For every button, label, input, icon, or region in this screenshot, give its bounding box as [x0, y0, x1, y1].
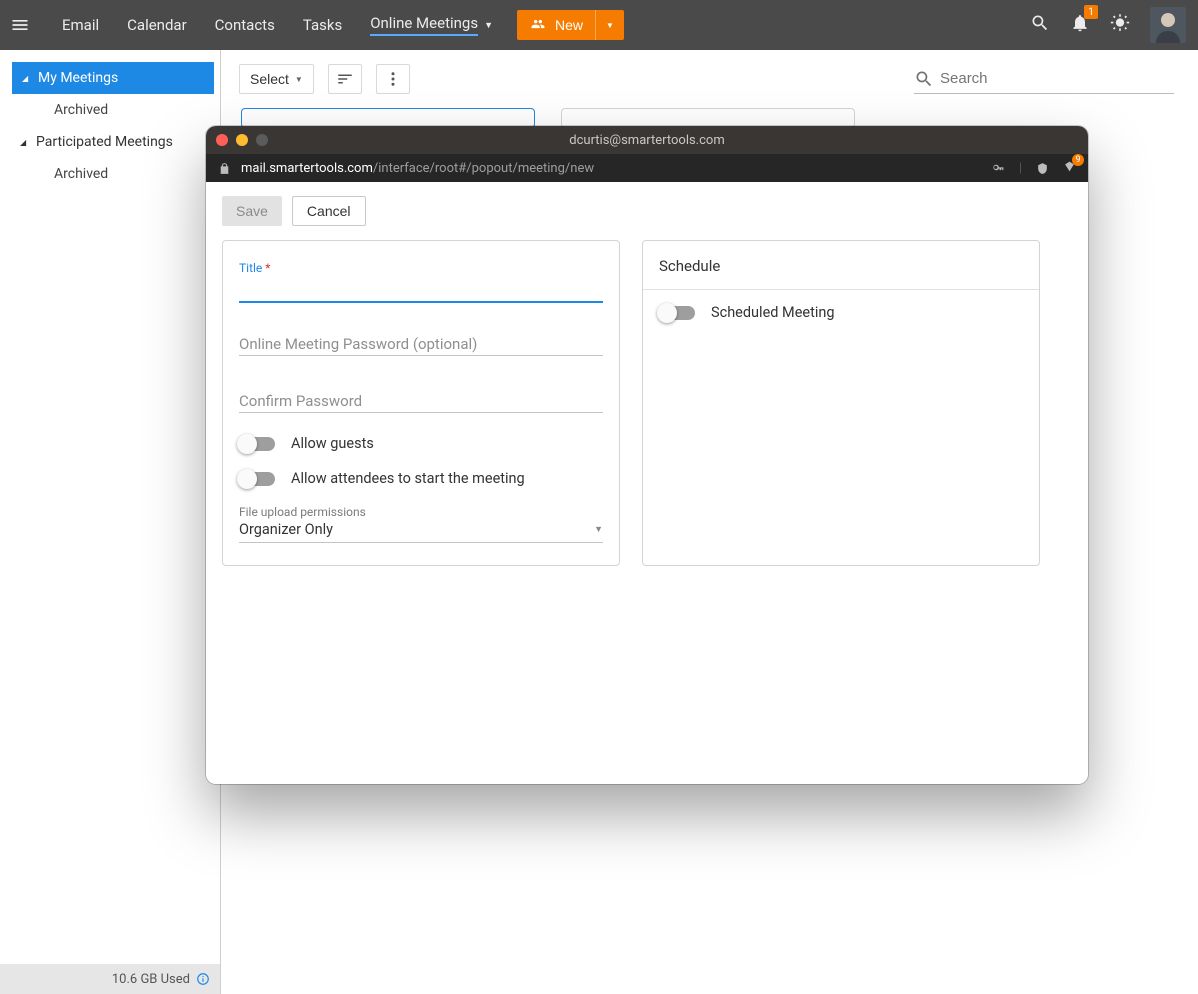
cancel-button[interactable]: Cancel: [292, 196, 366, 226]
sidebar-item-my-archived[interactable]: Archived: [0, 94, 220, 126]
allow-guests-label: Allow guests: [291, 435, 374, 452]
notification-badge: 1: [1084, 5, 1098, 19]
collapse-icon: ◢: [20, 138, 28, 147]
upload-permissions-field: File upload permissions Organizer Only ▼: [239, 505, 603, 543]
meeting-card[interactable]: [241, 108, 535, 128]
upload-perm-value: Organizer Only: [239, 521, 333, 538]
key-icon[interactable]: [992, 162, 1005, 175]
confirm-password-field: Confirm Password: [239, 386, 603, 413]
allow-attendees-toggle[interactable]: [239, 472, 275, 486]
notifications-button[interactable]: 1: [1070, 13, 1090, 37]
sidebar-item-my-meetings[interactable]: ◢ My Meetings: [12, 62, 214, 94]
search-input[interactable]: [940, 66, 1174, 91]
sidebar-item-label: My Meetings: [38, 70, 118, 86]
user-avatar[interactable]: [1150, 7, 1186, 43]
confirm-password-input[interactable]: [239, 386, 603, 413]
group-add-icon: [529, 17, 547, 34]
select-label: Select: [250, 71, 289, 87]
storage-indicator: 10.6 GB Used: [0, 964, 220, 994]
menu-icon[interactable]: [0, 0, 40, 50]
schedule-panel: Schedule Scheduled Meeting: [642, 240, 1040, 566]
more-options-button[interactable]: [376, 64, 410, 94]
popup-title: dcurtis@smartertools.com: [206, 133, 1088, 148]
sidebar-item-label: Archived: [54, 102, 108, 118]
browser-shield-icon[interactable]: 9: [1063, 160, 1076, 177]
lock-icon: [218, 162, 231, 175]
allow-guests-row: Allow guests: [239, 435, 603, 452]
theme-toggle-icon[interactable]: [1110, 13, 1130, 37]
popup-titlebar[interactable]: dcurtis@smartertools.com: [206, 126, 1088, 154]
shield-badge: 9: [1072, 154, 1084, 166]
scheduled-meeting-label: Scheduled Meeting: [711, 304, 835, 321]
chevron-down-icon: ▼: [594, 524, 603, 535]
required-mark: *: [265, 261, 270, 275]
toolbar: Select ▼: [221, 50, 1198, 108]
info-icon[interactable]: [196, 972, 210, 986]
save-button: Save: [222, 196, 282, 226]
sidebar: ◢ My Meetings Archived ◢ Participated Me…: [0, 50, 221, 994]
meeting-details-panel: Title * Online Meeting Password (optiona…: [222, 240, 620, 566]
schedule-header: Schedule: [643, 257, 1039, 290]
new-button-dropdown[interactable]: ▼: [595, 10, 624, 40]
search-icon[interactable]: [1030, 13, 1050, 37]
search-field: [914, 64, 1174, 94]
nav-calendar[interactable]: Calendar: [113, 0, 201, 50]
url-path: /interface/root#/popout/meeting/new: [373, 161, 594, 176]
new-meeting-popup: dcurtis@smartertools.com mail.smartertoo…: [206, 126, 1088, 784]
select-dropdown[interactable]: Select ▼: [239, 64, 314, 94]
popup-body: Save Cancel Title * Online Meeting Passw…: [206, 182, 1088, 784]
storage-text: 10.6 GB Used: [112, 972, 190, 987]
nav-tasks[interactable]: Tasks: [289, 0, 356, 50]
allow-attendees-label: Allow attendees to start the meeting: [291, 470, 525, 487]
url-domain: mail.smartertools.com: [241, 161, 373, 176]
password-field: Online Meeting Password (optional): [239, 329, 603, 356]
popup-address-bar: mail.smartertools.com/interface/root#/po…: [206, 154, 1088, 182]
title-label: Title: [239, 261, 262, 275]
sidebar-item-label: Participated Meetings: [36, 134, 173, 150]
search-icon: [914, 69, 934, 89]
upload-perm-label: File upload permissions: [239, 505, 603, 519]
collapse-icon: ◢: [22, 74, 30, 83]
upload-permissions-select[interactable]: Organizer Only ▼: [239, 519, 603, 543]
top-bar: Email Calendar Contacts Tasks Online Mee…: [0, 0, 1198, 50]
sidebar-item-participated[interactable]: ◢ Participated Meetings: [0, 126, 220, 158]
new-button-label: New: [555, 17, 583, 33]
nav-online-meetings[interactable]: Online Meetings▼: [356, 0, 507, 50]
nav-email[interactable]: Email: [48, 0, 113, 50]
main-nav: Email Calendar Contacts Tasks Online Mee…: [48, 0, 507, 50]
allow-attendees-row: Allow attendees to start the meeting: [239, 470, 603, 487]
meeting-card[interactable]: [561, 108, 855, 128]
title-input[interactable]: [239, 275, 603, 303]
sort-button[interactable]: [328, 64, 362, 94]
password-input[interactable]: [239, 329, 603, 356]
scheduled-meeting-row: Scheduled Meeting: [659, 304, 1023, 321]
title-field: Title *: [239, 261, 603, 303]
new-button[interactable]: New ▼: [517, 10, 624, 40]
chevron-down-icon: ▼: [484, 20, 493, 31]
allow-guests-toggle[interactable]: [239, 437, 275, 451]
scheduled-meeting-toggle[interactable]: [659, 306, 695, 320]
nav-contacts[interactable]: Contacts: [201, 0, 289, 50]
chevron-down-icon: ▼: [295, 75, 303, 84]
sidebar-item-label: Archived: [54, 166, 108, 182]
sidebar-item-participated-archived[interactable]: Archived: [0, 158, 220, 190]
shield-icon[interactable]: [1036, 162, 1049, 175]
